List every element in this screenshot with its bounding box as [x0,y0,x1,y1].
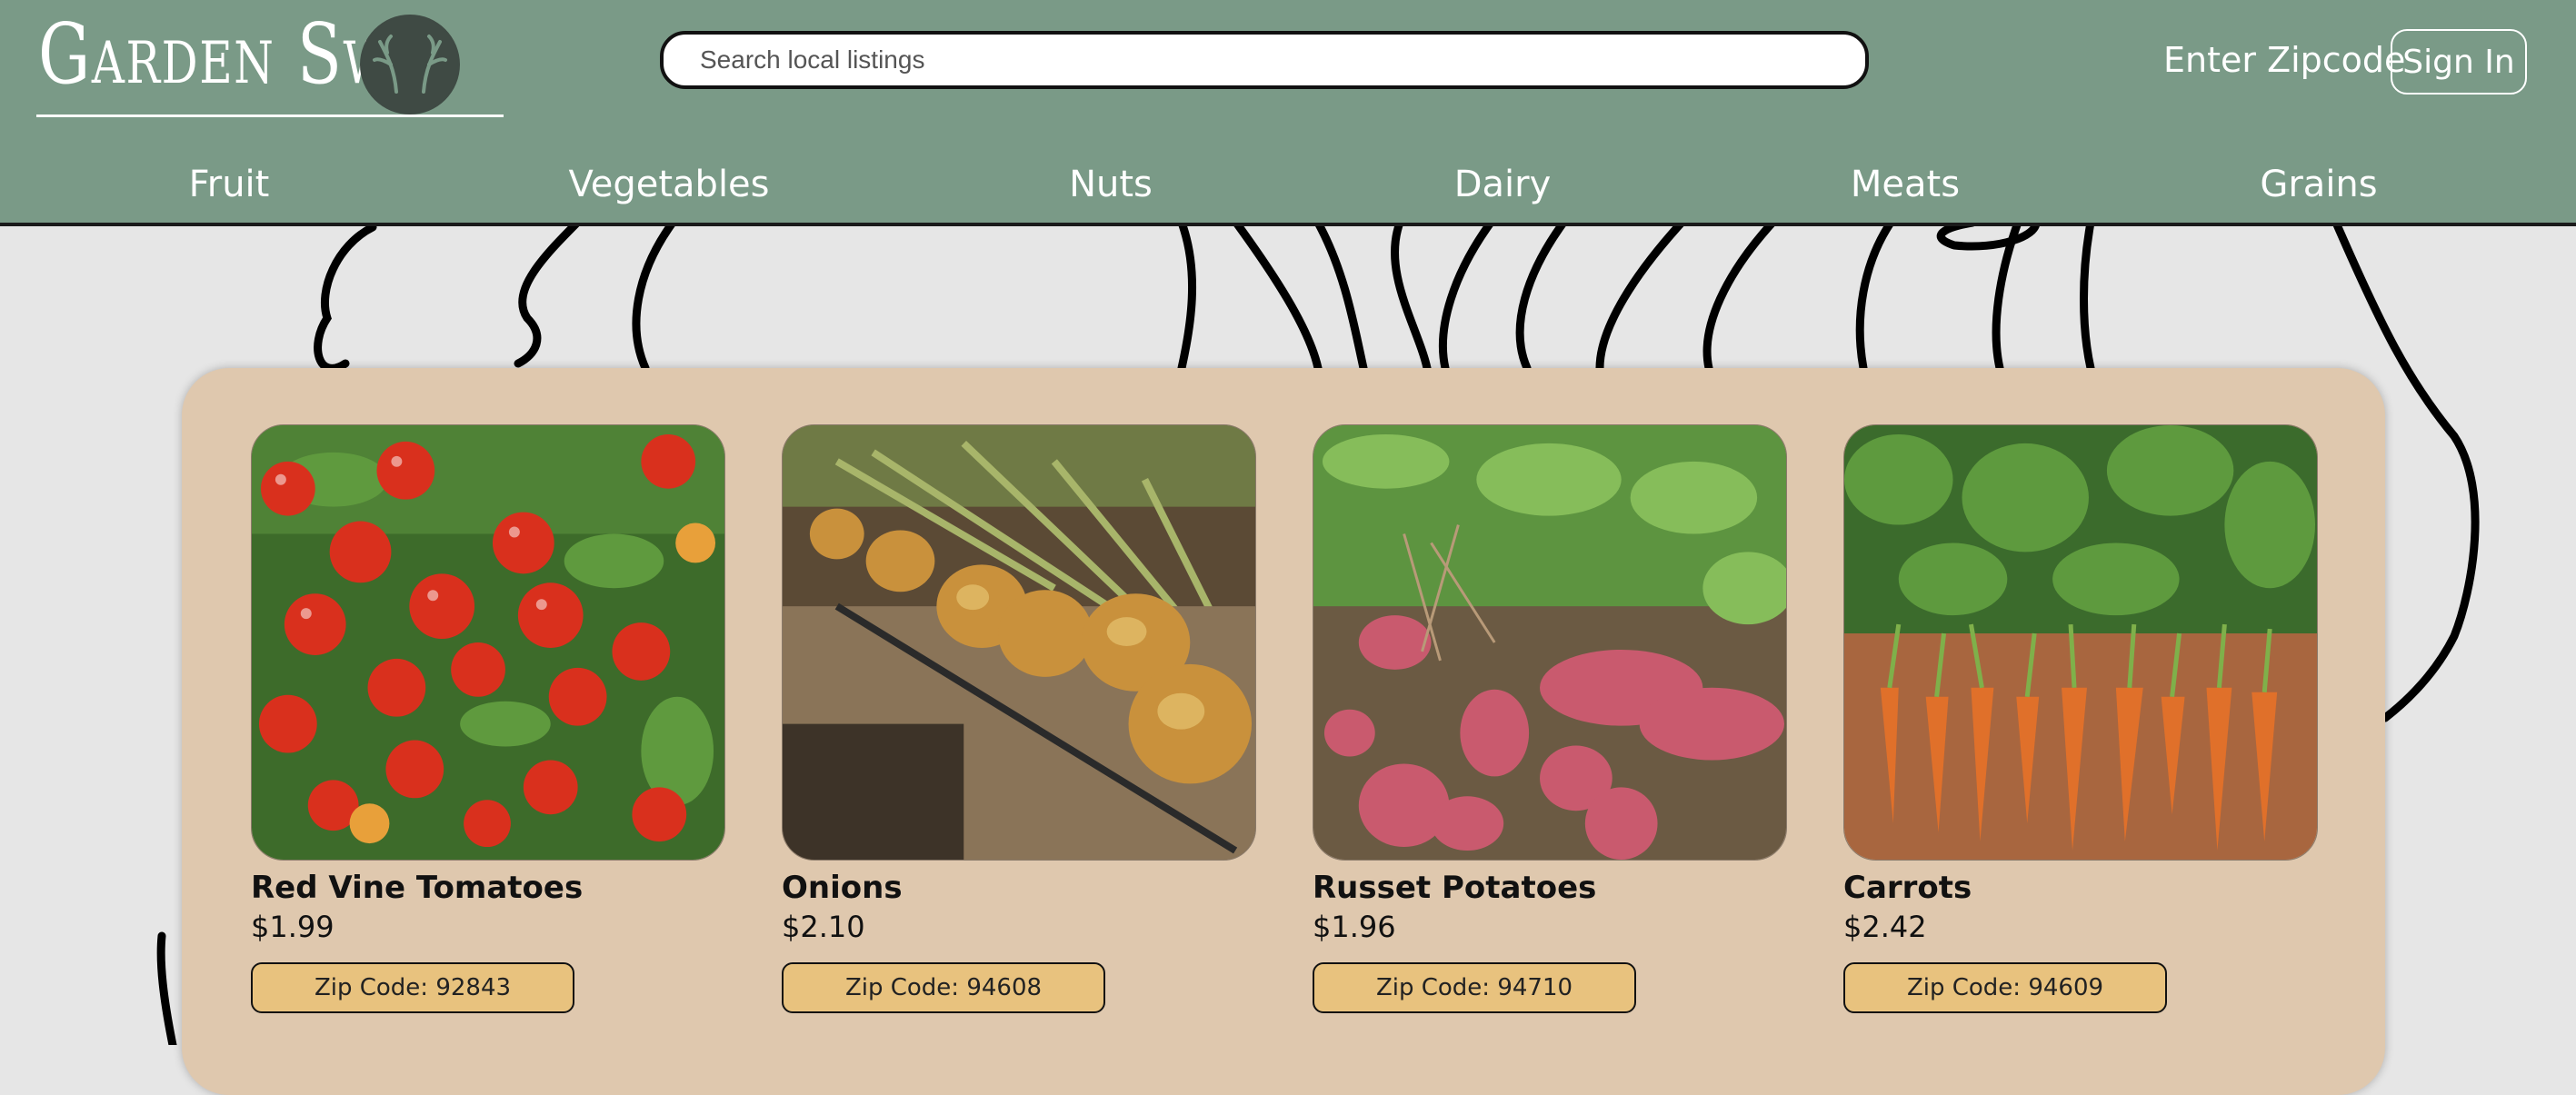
potatoes-photo[interactable] [1313,424,1787,861]
logo-underline [36,114,504,117]
nav-item-grains[interactable]: Grains [2260,164,2377,205]
site-header: Garden Swap Enter Zipcode Sign In Fruit … [0,0,2576,226]
listing-price: $1.96 [1313,910,1396,944]
logo[interactable]: Garden Swap [38,13,573,96]
listing-price: $1.99 [251,910,334,944]
nav-item-meats[interactable]: Meats [1851,164,1960,205]
antler-emblem-icon [360,15,460,114]
tomatoes-photo[interactable] [251,424,725,861]
zip-code-button[interactable]: Zip Code: 94710 [1313,962,1636,1013]
listing-name: Onions [782,870,903,906]
listing-card[interactable]: Russet Potatoes $1.96 Zip Code: 94710 [1313,424,1789,1013]
zip-code-button[interactable]: Zip Code: 92843 [251,962,574,1013]
nav-item-nuts[interactable]: Nuts [1069,164,1153,205]
zip-code-button[interactable]: Zip Code: 94608 [782,962,1105,1013]
listing-name: Red Vine Tomatoes [251,870,584,906]
listing-price: $2.42 [1843,910,1927,944]
nav-item-dairy[interactable]: Dairy [1454,164,1552,205]
sign-in-button[interactable]: Sign In [2391,29,2527,95]
category-nav: Fruit Vegetables Nuts Dairy Meats Grains [0,164,2576,209]
listing-card[interactable]: Onions $2.10 Zip Code: 94608 [782,424,1258,1013]
nav-item-vegetables[interactable]: Vegetables [568,164,769,205]
carrots-photo[interactable] [1843,424,2318,861]
enter-zipcode-link[interactable]: Enter Zipcode [2163,40,2405,80]
listing-card[interactable]: Red Vine Tomatoes $1.99 Zip Code: 92843 [251,424,727,1013]
listing-name: Russet Potatoes [1313,870,1597,906]
onions-photo[interactable] [782,424,1256,861]
listing-card[interactable]: Carrots $2.42 Zip Code: 94609 [1843,424,2320,1013]
search-input[interactable] [660,31,1869,89]
listing-name: Carrots [1843,870,1972,906]
listing-price: $2.10 [782,910,865,944]
listings-panel: Red Vine Tomatoes $1.99 Zip Code: 92843 [182,368,2385,1095]
nav-item-fruit[interactable]: Fruit [189,164,270,205]
zip-code-button[interactable]: Zip Code: 94609 [1843,962,2167,1013]
